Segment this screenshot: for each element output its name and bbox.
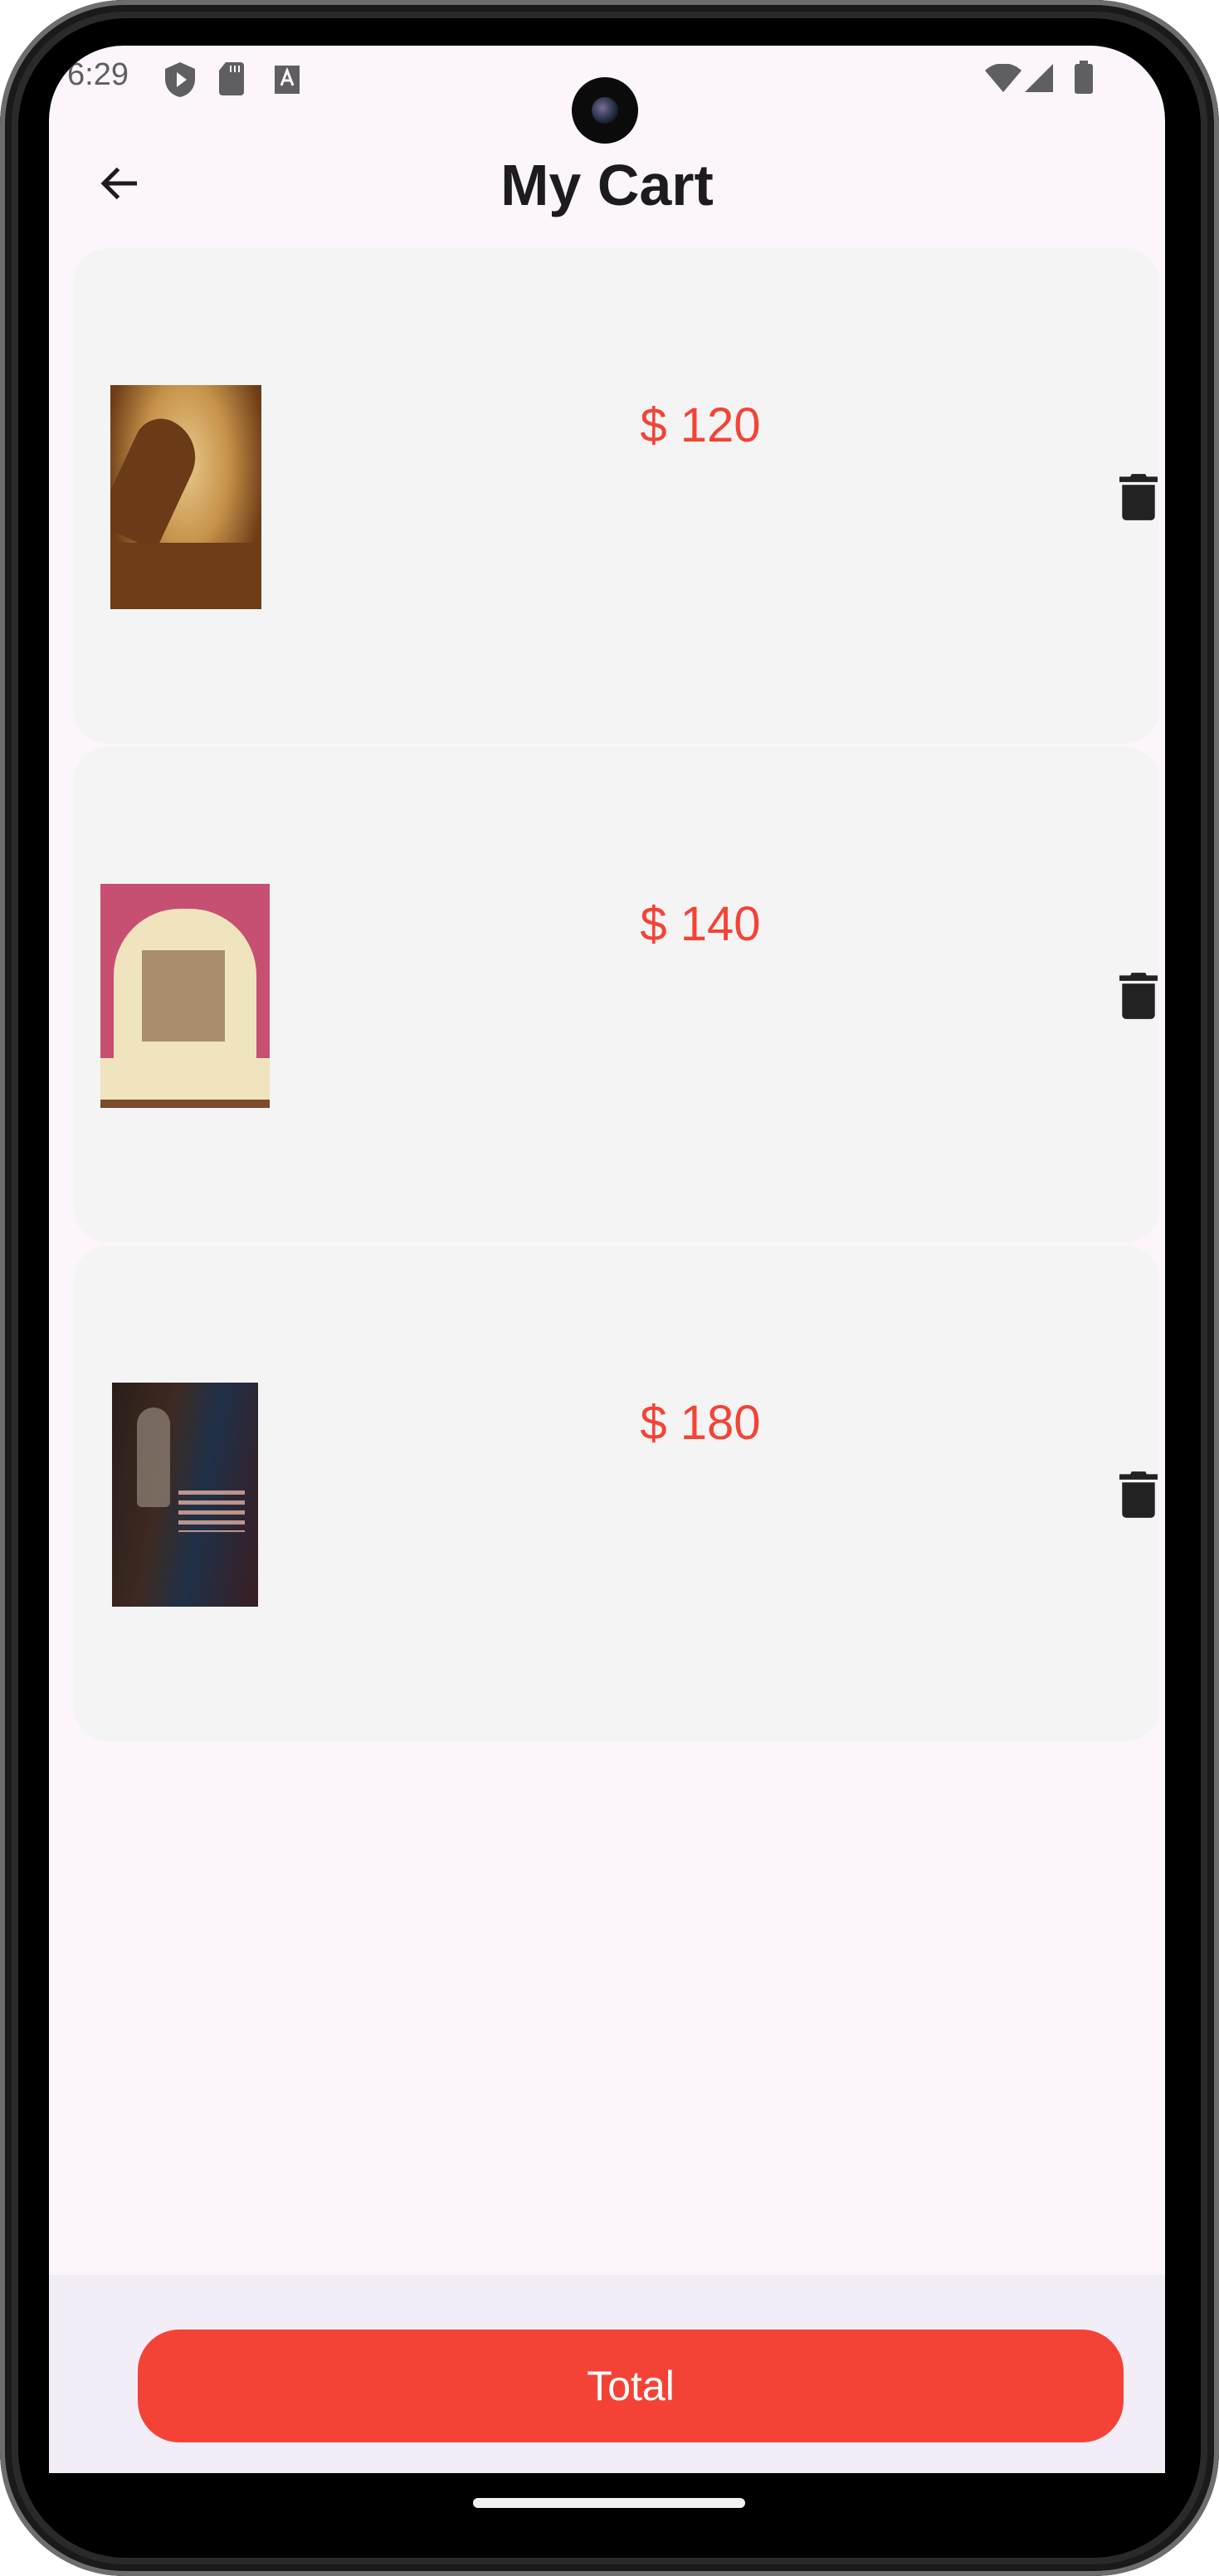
total-button[interactable]: Total [138, 2330, 1124, 2442]
status-time: 6:29 [67, 57, 129, 92]
cart-item: $ 180 [74, 1246, 1159, 1741]
play-protect-icon [165, 62, 195, 97]
wifi-icon [985, 64, 1022, 92]
trash-icon[interactable] [1119, 474, 1158, 520]
trash-icon[interactable] [1119, 973, 1158, 1019]
front-camera [572, 77, 638, 144]
cart-item: $ 140 [74, 747, 1159, 1242]
item-price: $ 180 [640, 1396, 761, 1450]
battery-icon [1075, 61, 1093, 94]
page-title: My Cart [500, 153, 714, 217]
text-a-icon [275, 66, 300, 94]
book-cover-image [100, 884, 270, 1108]
trash-icon[interactable] [1119, 1471, 1158, 1518]
cart-item: $ 120 [74, 248, 1159, 744]
book-cover-image [110, 385, 261, 609]
bottom-bar: Total [49, 2275, 1165, 2473]
item-price: $ 140 [640, 897, 761, 951]
cellular-signal-icon [1025, 64, 1053, 92]
sd-card-icon [219, 62, 244, 95]
app-screen: 6:29 My Cart $ 120 $ 140 $ 180 Total [49, 46, 1165, 2473]
book-cover-image [112, 1383, 258, 1607]
gesture-handle[interactable] [473, 2498, 745, 2508]
app-bar: My Cart [49, 137, 1165, 228]
item-price: $ 120 [640, 398, 761, 452]
